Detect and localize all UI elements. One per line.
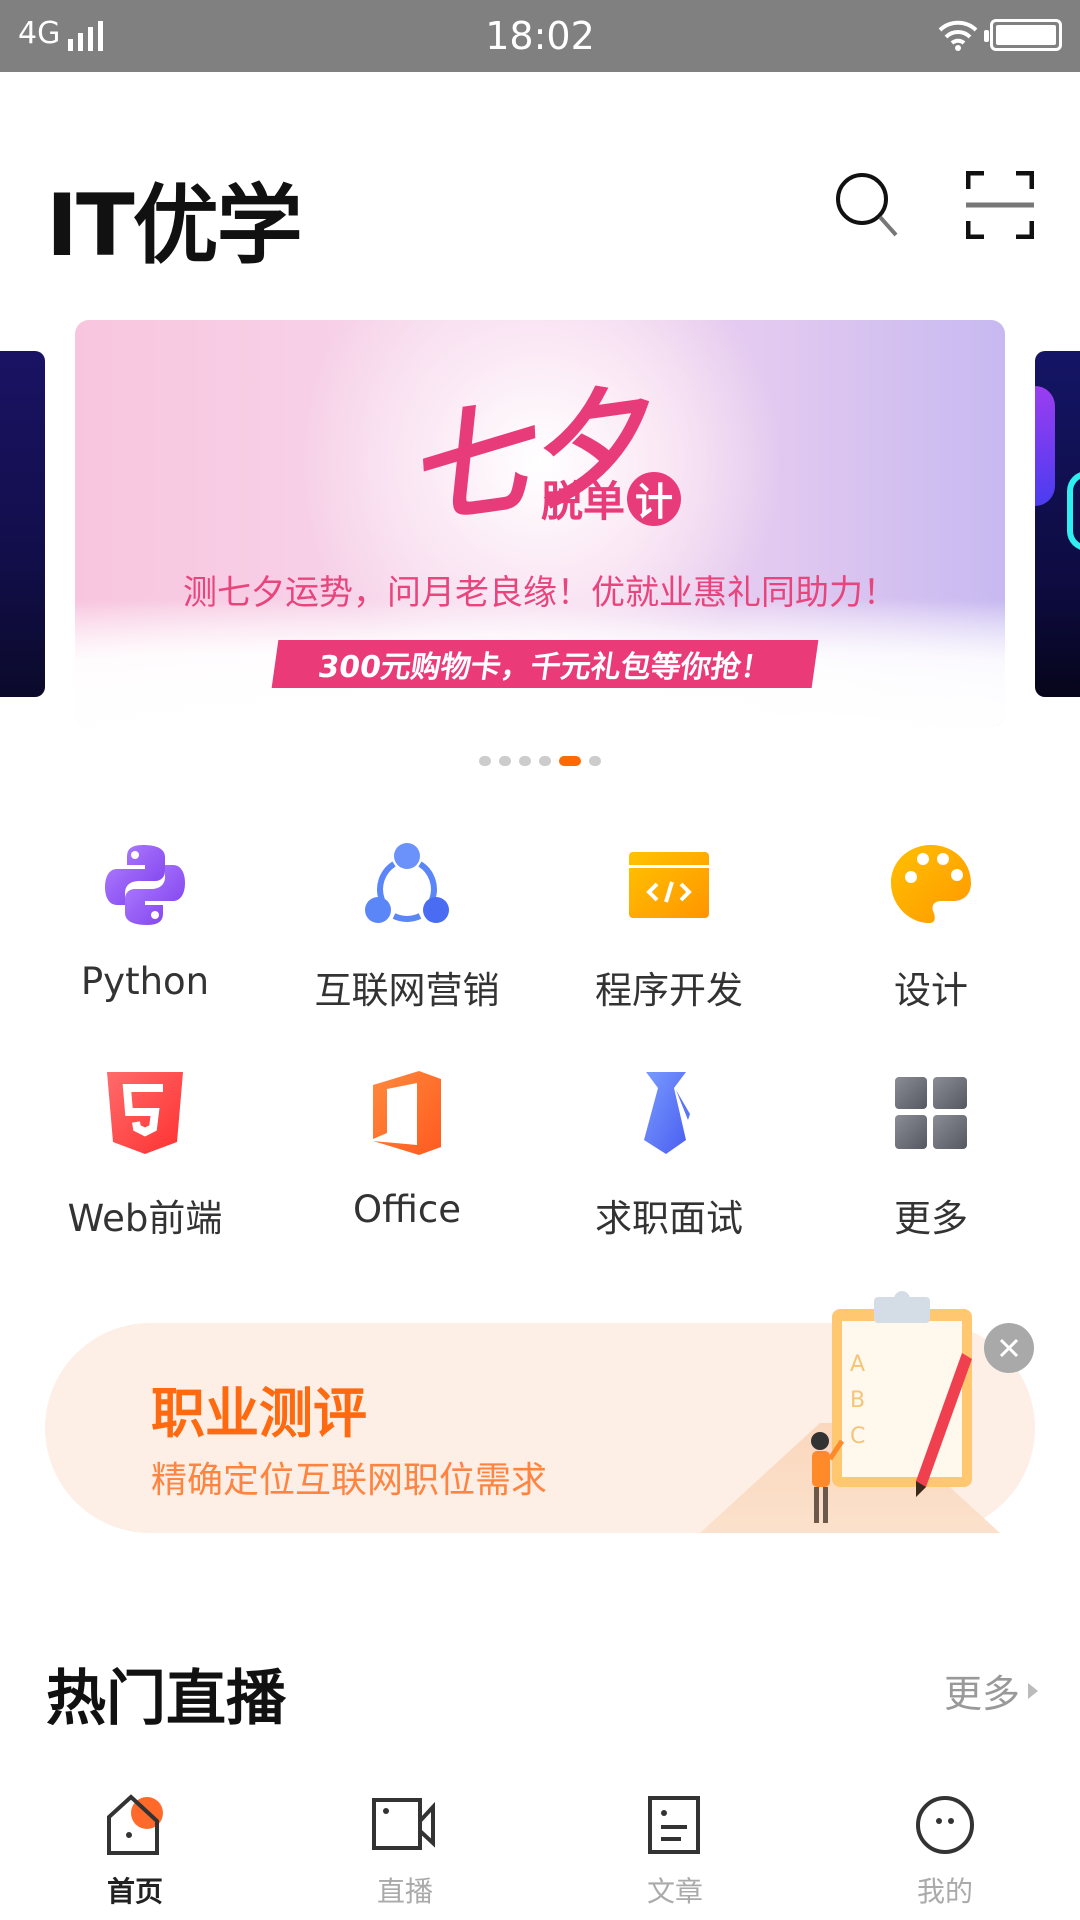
tab-label: 文章 bbox=[646, 1875, 703, 1908]
category-label: Python bbox=[80, 960, 210, 1003]
category-label: 互联网营销 bbox=[314, 969, 500, 1012]
svg-text:C: C bbox=[850, 1424, 865, 1449]
category-label: 程序开发 bbox=[595, 969, 743, 1012]
clipboard-illustration: A B C bbox=[811, 1291, 972, 1523]
tab-articles[interactable]: 文章 bbox=[540, 1780, 810, 1920]
hot-live-title: 热门直播 bbox=[46, 1664, 286, 1734]
category-label: 设计 bbox=[894, 969, 968, 1012]
carousel-dot-active[interactable] bbox=[559, 756, 581, 766]
category-office[interactable]: Office bbox=[276, 1068, 538, 1268]
tab-label: 首页 bbox=[106, 1875, 163, 1908]
home-icon bbox=[107, 1794, 163, 1855]
close-icon bbox=[999, 1338, 1019, 1358]
clock: 18:02 bbox=[485, 14, 595, 58]
qixi-promo-banner[interactable]: 七夕 脱单 计 测七夕运势，问月老良缘！优就业惠礼同助力！ 300元购物卡，千元… bbox=[75, 320, 1005, 727]
html5-icon bbox=[107, 1072, 183, 1154]
category-design[interactable]: 设计 bbox=[800, 840, 1062, 1040]
category-label: 更多 bbox=[894, 1197, 968, 1240]
article-icon bbox=[648, 1796, 700, 1854]
career-assessment-card[interactable]: 职业测评 精确定位互联网职位需求 A B C bbox=[45, 1291, 1035, 1533]
tab-home[interactable]: 首页 bbox=[0, 1780, 270, 1920]
banner-subhead-badge: 计 bbox=[627, 471, 682, 526]
svg-text:A: A bbox=[850, 1352, 865, 1377]
carousel-dot[interactable] bbox=[499, 756, 511, 766]
scan-button[interactable] bbox=[960, 165, 1040, 245]
carousel-next-card[interactable] bbox=[1035, 351, 1080, 697]
battery-icon bbox=[984, 19, 1062, 51]
search-button[interactable] bbox=[826, 165, 906, 245]
bottom-tab-bar: 首页 直播 文章 我的 bbox=[0, 1780, 1080, 1920]
svg-text:B: B bbox=[850, 1388, 865, 1413]
profile-face-icon bbox=[916, 1796, 974, 1854]
banner-carousel[interactable]: 七夕 脱单 计 测七夕运势，问月老良缘！优就业惠礼同助力！ 300元购物卡，千元… bbox=[0, 320, 1080, 730]
category-programming[interactable]: 程序开发 bbox=[538, 840, 800, 1040]
video-camera-icon bbox=[372, 1798, 435, 1850]
promo-subtitle: 精确定位互联网职位需求 bbox=[151, 1460, 548, 1501]
carousel-dot[interactable] bbox=[519, 756, 531, 766]
app-title: IT优学 bbox=[46, 176, 303, 276]
carousel-dot[interactable] bbox=[589, 756, 601, 766]
category-web-frontend[interactable]: Web前端 bbox=[14, 1068, 276, 1268]
promo-title: 职业测评 bbox=[151, 1382, 367, 1445]
banner-subhead: 脱单 计 bbox=[541, 468, 682, 529]
status-bar: 4G 18:02 bbox=[0, 0, 1080, 72]
python-icon bbox=[105, 845, 185, 925]
carousel-dot[interactable] bbox=[479, 756, 491, 766]
office-icon bbox=[373, 1071, 441, 1155]
palette-icon bbox=[891, 845, 971, 923]
category-more[interactable]: 更多 bbox=[800, 1068, 1062, 1268]
category-job-interview[interactable]: 求职面试 bbox=[538, 1068, 800, 1268]
tab-label: 我的 bbox=[916, 1875, 973, 1908]
share-network-icon bbox=[365, 843, 449, 923]
search-icon bbox=[836, 173, 898, 237]
carousel-indicator bbox=[0, 756, 1080, 766]
chevron-right-icon bbox=[1028, 1682, 1038, 1699]
category-label: Office bbox=[352, 1188, 461, 1231]
hot-live-more-link[interactable]: 更多 bbox=[944, 1663, 1040, 1718]
category-label: Web前端 bbox=[67, 1197, 223, 1240]
wifi-icon bbox=[938, 20, 978, 51]
category-internet-marketing[interactable]: 互联网营销 bbox=[276, 840, 538, 1040]
tie-icon bbox=[644, 1072, 690, 1154]
tab-profile[interactable]: 我的 bbox=[810, 1780, 1080, 1920]
carousel-prev-card[interactable] bbox=[0, 351, 45, 697]
grid-more-icon bbox=[895, 1077, 967, 1149]
category-python[interactable]: Python bbox=[14, 840, 276, 1040]
banner-offer: 300元购物卡，千元礼包等你抢！ bbox=[271, 640, 819, 688]
promo-close-button[interactable] bbox=[984, 1323, 1034, 1373]
banner-tagline: 测七夕运势，问月老良缘！优就业惠礼同助力！ bbox=[183, 573, 897, 613]
code-window-icon bbox=[629, 852, 709, 918]
tab-label: 直播 bbox=[376, 1875, 433, 1908]
carousel-dot[interactable] bbox=[539, 756, 551, 766]
scan-icon bbox=[966, 171, 1034, 239]
tab-live[interactable]: 直播 bbox=[270, 1780, 540, 1920]
category-label: 求职面试 bbox=[595, 1197, 743, 1240]
